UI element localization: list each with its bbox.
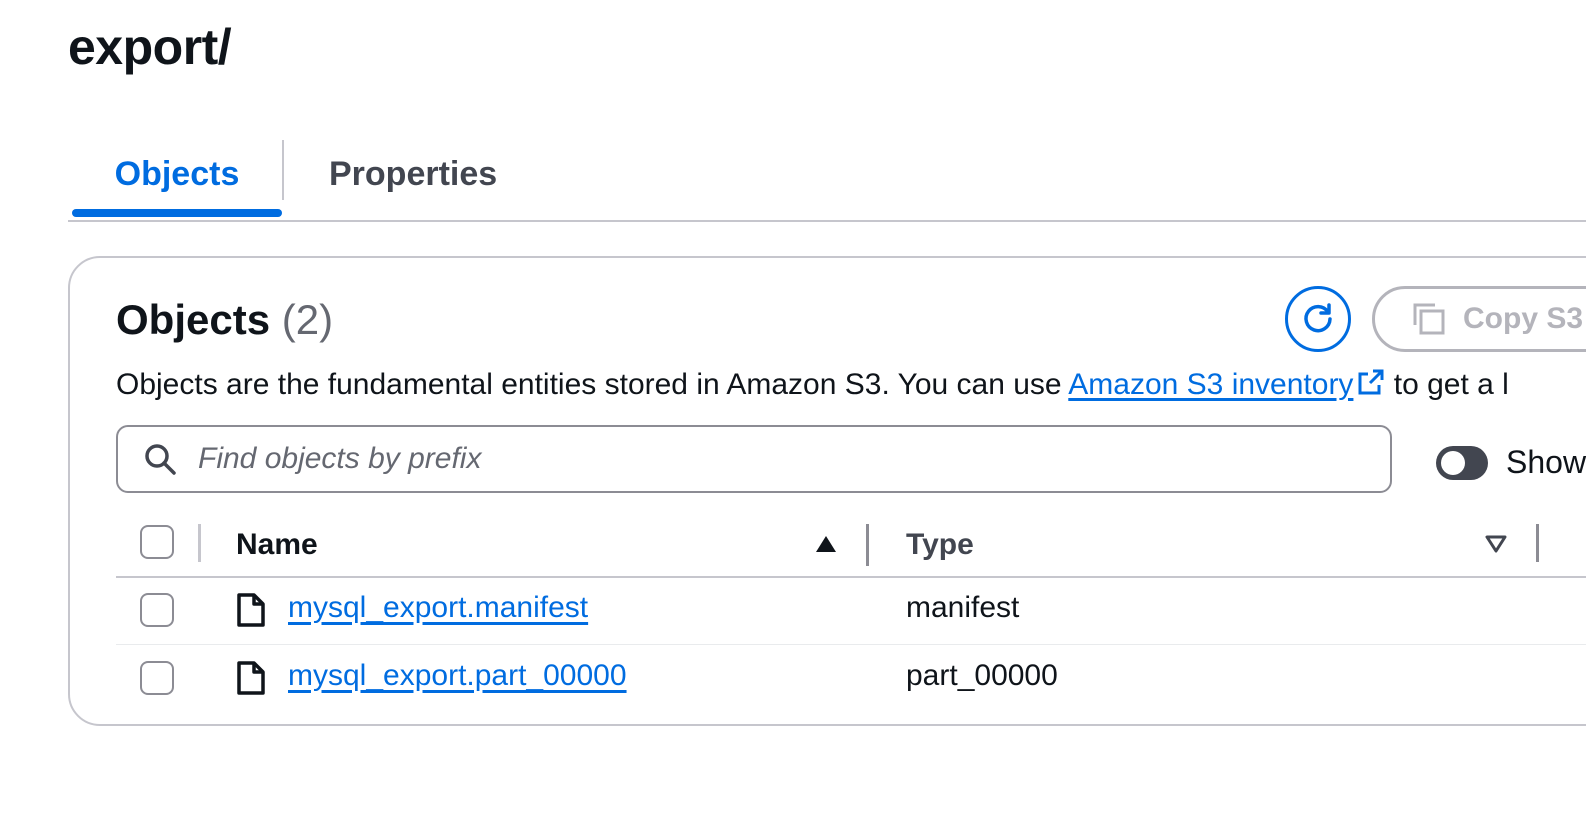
table-row: mysql_export.part_00000 part_00000	[116, 646, 1586, 712]
s3-inventory-link[interactable]: Amazon S3 inventory	[1068, 368, 1353, 401]
tab-bar: Objects Properties	[68, 130, 1586, 222]
copy-s3-uri-button[interactable]: Copy S3	[1372, 286, 1586, 352]
row-checkbox[interactable]	[140, 661, 174, 695]
column-resizer[interactable]	[866, 524, 869, 566]
table-row: mysql_export.manifest manifest	[116, 578, 1586, 645]
column-separator	[198, 524, 201, 562]
search-input[interactable]	[196, 441, 1350, 477]
tab-divider	[282, 140, 284, 200]
s3-inventory-link-label: Amazon S3 inventory	[1068, 368, 1354, 401]
objects-panel: Objects (2) Copy S3 Objects are the fund…	[68, 256, 1586, 726]
object-name-link[interactable]: mysql_export.part_00000	[288, 659, 627, 693]
row-checkbox[interactable]	[140, 593, 174, 627]
objects-count: (2)	[281, 296, 334, 343]
page-title: export/	[68, 19, 232, 75]
toggle-knob	[1441, 451, 1465, 475]
object-name-link[interactable]: mysql_export.manifest	[288, 591, 588, 625]
table-header: Name Type	[116, 520, 1586, 578]
file-icon	[237, 661, 265, 695]
column-header-name[interactable]: Name	[236, 528, 318, 562]
sort-ascending-icon[interactable]	[814, 534, 838, 554]
refresh-button[interactable]	[1285, 286, 1351, 352]
description-text: Objects are the fundamental entities sto…	[116, 368, 1069, 401]
object-type: part_00000	[906, 659, 1058, 692]
tab-objects[interactable]: Objects	[72, 140, 282, 208]
column-header-type[interactable]: Type	[906, 528, 974, 562]
objects-heading: Objects (2)	[116, 296, 333, 344]
column-resizer[interactable]	[1536, 524, 1539, 562]
select-all-checkbox[interactable]	[140, 525, 174, 559]
search-box	[116, 425, 1392, 493]
file-icon	[237, 593, 265, 627]
description-text-end: to get a l	[1385, 368, 1509, 401]
search-icon	[145, 444, 176, 475]
objects-description: Objects are the fundamental entities sto…	[116, 368, 1509, 402]
sort-descending-outline-icon[interactable]	[1484, 534, 1508, 554]
toggle-label: Show	[1506, 444, 1586, 480]
copy-icon	[1413, 303, 1445, 335]
objects-heading-label: Objects	[116, 296, 271, 343]
refresh-icon	[1304, 303, 1332, 333]
object-type: manifest	[906, 591, 1020, 624]
tab-properties[interactable]: Properties	[329, 140, 497, 208]
show-versions-toggle[interactable]	[1436, 446, 1488, 480]
external-link-icon	[1358, 369, 1384, 395]
active-tab-indicator	[72, 209, 282, 217]
copy-button-label: Copy S3	[1463, 302, 1584, 335]
